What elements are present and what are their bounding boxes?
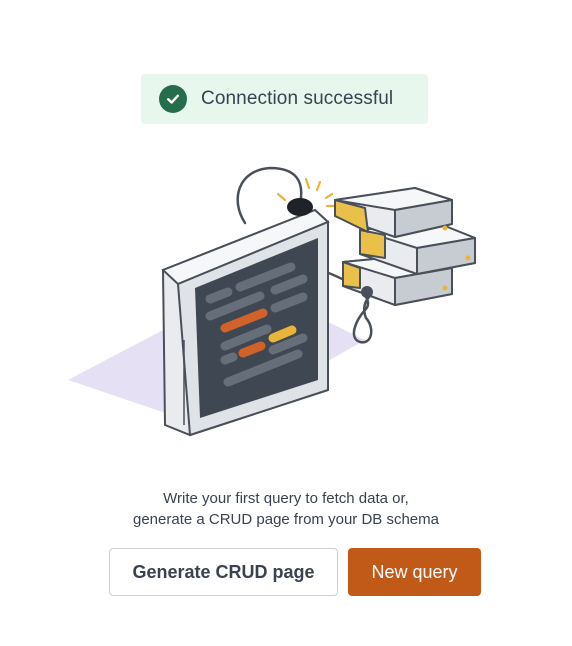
new-query-button[interactable]: New query — [348, 548, 481, 596]
description-line-2: generate a CRUD page from your DB schema — [133, 511, 439, 528]
monitor-and-database-illustration — [68, 166, 476, 437]
description-line-1: Write your first query to fetch data or, — [163, 490, 409, 507]
empty-state-description: Write your first query to fetch data or,… — [0, 488, 572, 530]
connection-status-text: Connection successful — [201, 88, 394, 109]
connection-status-banner: Connection successful — [141, 74, 428, 124]
generate-crud-page-button[interactable]: Generate CRUD page — [109, 548, 338, 596]
check-circle-icon — [159, 85, 187, 113]
datasource-connected-page: Connection successful Write your first q… — [0, 0, 572, 646]
